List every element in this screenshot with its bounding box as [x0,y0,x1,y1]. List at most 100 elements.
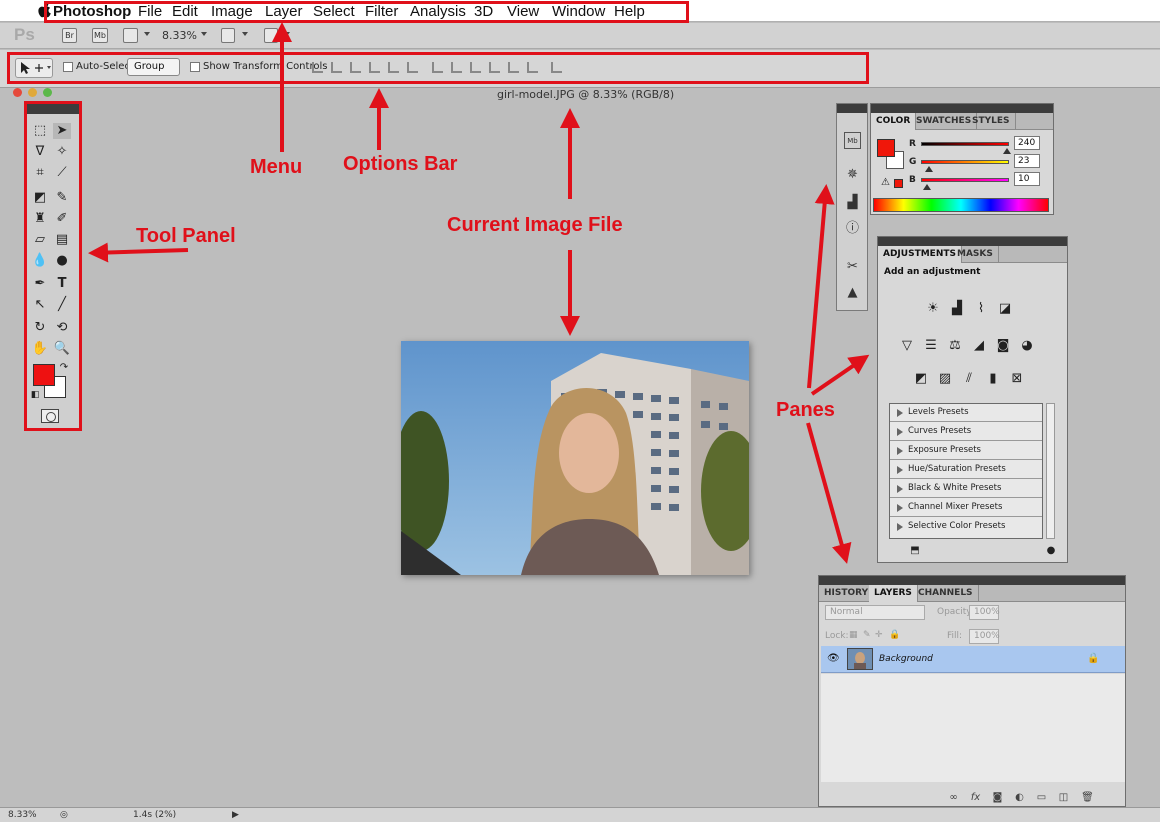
posterize-icon[interactable]: ▨ [936,371,954,387]
photo-filter-icon[interactable]: ◙ [994,338,1012,354]
default-colors-icon[interactable]: ◧ [30,387,40,403]
minimize-window-icon[interactable] [28,88,37,97]
view-previous-state-icon[interactable]: ● [1042,543,1060,559]
hue-saturation-icon[interactable]: ☰ [922,338,940,354]
histogram-panel-icon[interactable]: ▟ [844,194,861,211]
r-slider[interactable] [921,142,1009,146]
marquee-tool-icon[interactable]: ⬚ [31,123,49,139]
layer-row-background[interactable]: 👁 Background 🔒 [821,646,1125,673]
lock-transparent-icon[interactable]: ▦ [849,630,858,640]
status-zoom-icon[interactable]: ◎ [60,810,68,820]
close-window-icon[interactable] [13,88,22,97]
arrange-documents-button[interactable] [221,28,235,43]
preset-levels[interactable]: Levels Presets [890,404,1042,422]
move-tool-icon[interactable]: ➤ [53,123,71,139]
eraser-tool-icon[interactable]: ▱ [31,232,49,248]
lock-all-icon[interactable]: 🔒 [889,630,900,640]
3d-rotate-tool-icon[interactable]: ↻ [31,320,49,336]
exposure-icon[interactable]: ◪ [996,301,1014,317]
tab-adjustments[interactable]: ADJUSTMENTS [878,246,962,263]
clip-to-layer-icon[interactable]: ⬒ [906,543,924,559]
b-slider[interactable] [921,178,1009,182]
black-white-icon[interactable]: ◢ [970,338,988,354]
mini-bridge-button[interactable]: Mb [92,28,108,43]
tab-layers[interactable]: LAYERS [869,585,918,602]
3d-orbit-tool-icon[interactable]: ⟲ [53,320,71,336]
color-balance-icon[interactable]: ⚖ [946,338,964,354]
blend-mode-dropdown[interactable]: Normal [825,605,925,620]
mini-bridge-panel-icon[interactable]: Mb [844,132,861,149]
b-value-field[interactable]: 10 [1014,172,1040,186]
panel-foreground-swatch[interactable] [877,139,895,157]
line-tool-icon[interactable]: ╱ [53,297,71,313]
threshold-icon[interactable]: ⫽ [960,371,978,387]
link-layers-icon[interactable]: ∞ [947,792,960,803]
tab-history[interactable]: HISTORY [819,585,875,602]
out-of-gamut-warning-icon[interactable]: ⚠ [881,177,890,188]
pen-tool-icon[interactable]: ✒ [31,276,49,292]
layer-style-icon[interactable]: fx [969,792,982,803]
tool-panel-header[interactable] [27,104,79,114]
preset-selective-color[interactable]: Selective Color Presets [890,518,1042,536]
tab-styles[interactable]: STYLES [967,113,1016,130]
levels-icon[interactable]: ▟ [948,301,966,317]
foreground-color-swatch[interactable] [33,364,55,386]
new-group-icon[interactable]: ▭ [1035,792,1048,803]
opacity-field[interactable]: 100% [969,605,1000,620]
clone-stamp-tool-icon[interactable]: ♜ [31,211,49,227]
layers-panel-header[interactable] [819,576,1125,585]
g-value-field[interactable]: 23 [1014,154,1040,168]
color-panel-header[interactable] [871,104,1053,113]
gradient-tool-icon[interactable]: ▤ [53,232,71,248]
tool-presets-panel-icon[interactable]: ✂ [844,258,861,275]
lasso-tool-icon[interactable]: ᐁ [31,144,49,160]
navigator-panel-icon[interactable]: ✵ [844,166,861,183]
preset-channel-mixer[interactable]: Channel Mixer Presets [890,499,1042,517]
g-slider-thumb[interactable] [925,166,933,172]
type-tool-icon[interactable]: T [53,276,71,292]
dock-strip-header[interactable] [837,104,867,113]
healing-brush-tool-icon[interactable]: ◩ [31,190,49,206]
preset-hue-saturation[interactable]: Hue/Saturation Presets [890,461,1042,479]
r-slider-thumb[interactable] [1003,148,1011,154]
blur-tool-icon[interactable]: 💧 [31,253,49,269]
current-image-file[interactable] [401,341,749,575]
vibrance-icon[interactable]: ▽ [898,338,916,354]
info-panel-icon[interactable]: ⓘ [844,220,861,237]
quick-mask-icon[interactable] [41,409,59,423]
hand-tool-icon[interactable]: ✋ [31,341,49,357]
g-slider[interactable] [921,160,1009,164]
view-extras-button[interactable] [123,28,138,43]
new-layer-icon[interactable]: ◫ [1057,792,1070,803]
preset-curves[interactable]: Curves Presets [890,423,1042,441]
dodge-tool-icon[interactable]: ● [53,253,71,269]
channel-mixer-icon[interactable]: ◕ [1018,338,1036,354]
gamut-color-swatch[interactable] [894,179,903,188]
add-mask-icon[interactable]: ◙ [991,792,1004,803]
preset-black-white[interactable]: Black & White Presets [890,480,1042,498]
bridge-button[interactable]: Br [62,28,77,43]
delete-layer-icon[interactable]: 🗑 [1081,792,1094,803]
adjustments-panel-header[interactable] [878,237,1067,246]
crop-tool-icon[interactable]: ⌗ [31,165,49,181]
visibility-eye-icon[interactable]: 👁 [827,653,840,664]
tab-masks[interactable]: MASKS [952,246,999,263]
new-adjustment-layer-icon[interactable]: ◐ [1013,792,1026,803]
r-value-field[interactable]: 240 [1014,136,1040,150]
lock-position-icon[interactable]: ✛ [875,630,883,640]
path-selection-tool-icon[interactable]: ↖ [31,297,49,313]
zoom-tool-icon[interactable]: 🔍 [53,341,71,357]
magic-wand-tool-icon[interactable]: ✧ [53,144,71,160]
zoom-window-icon[interactable] [43,88,52,97]
history-brush-tool-icon[interactable]: ✐ [53,211,71,227]
brightness-contrast-icon[interactable]: ☀ [924,301,942,317]
color-spectrum-bar[interactable] [873,198,1049,212]
screen-mode-button[interactable] [264,28,278,43]
selective-color-icon[interactable]: ⊠ [1008,371,1026,387]
curves-icon[interactable]: ⌇ [972,301,990,317]
status-menu-arrow-icon[interactable]: ▶ [232,810,239,820]
zoom-level[interactable]: 8.33% [162,29,197,42]
b-slider-thumb[interactable] [923,184,931,190]
view-extras-caret-icon[interactable] [144,32,150,36]
actions-panel-icon[interactable]: ▲ [844,284,861,301]
